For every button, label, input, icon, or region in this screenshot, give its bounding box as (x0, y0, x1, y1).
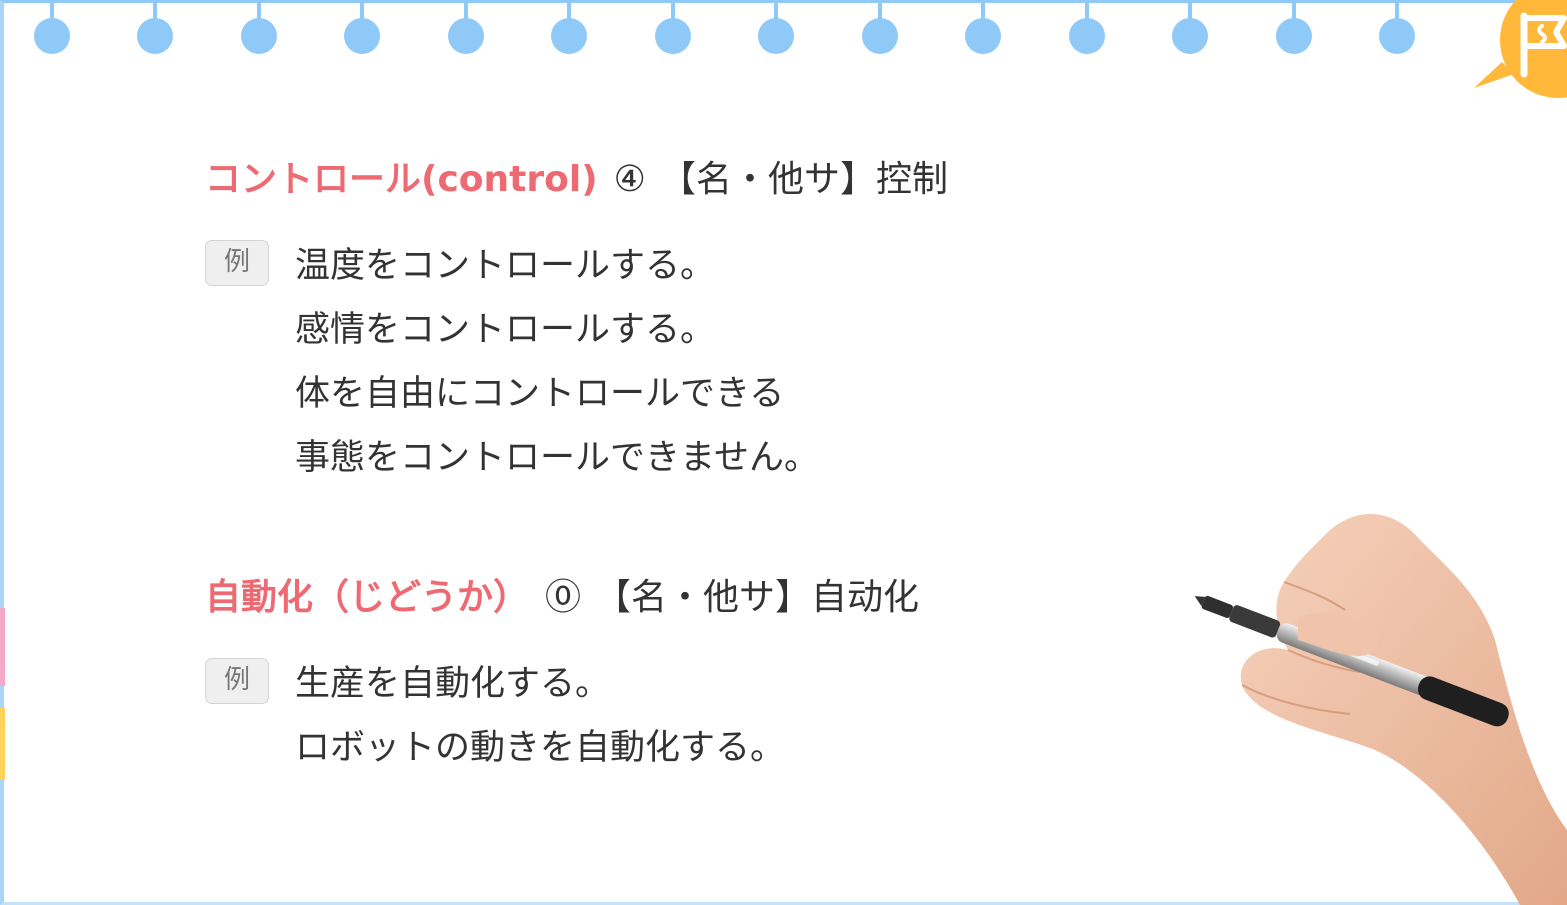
hand-holding-pen (1194, 513, 1567, 905)
headword: コントロール(control) (205, 159, 598, 200)
example-sentence: 温度をコントロールする。 (295, 246, 716, 286)
vocab-entry-control: コントロール(control) ④ 【名・他サ】 控制 例 温度をコントロールす… (205, 154, 948, 490)
flag-icon (1474, 0, 1567, 98)
side-tab-yellow (0, 708, 5, 780)
binder-rings (0, 0, 1567, 60)
accent-mark: ⓪ (545, 577, 582, 618)
example-sentence: ロボットの動きを自動化する。 (295, 728, 786, 768)
example-badge: 例 (205, 240, 269, 286)
binder-ring (1069, 0, 1105, 56)
binder-ring (551, 0, 587, 56)
binder-ring (241, 0, 277, 56)
example-sentence: 事態をコントロールできません。 (295, 438, 819, 478)
example-block: 例 生産を自動化する。 ロボットの動きを自動化する。 (205, 652, 919, 780)
binder-ring (344, 0, 380, 56)
example-sentence: 体を自由にコントロールできる (295, 374, 785, 414)
accent-mark: ④ (613, 159, 646, 200)
headword: 自動化（じどうか） (205, 577, 530, 618)
part-of-speech: 【名・他サ】 (659, 159, 876, 200)
part-of-speech: 【名・他サ】 (595, 577, 812, 618)
binder-ring (655, 0, 691, 56)
example-badge: 例 (205, 658, 269, 704)
binder-ring (1276, 0, 1312, 56)
binder-ring (448, 0, 484, 56)
entry-heading: コントロール(control) ④ 【名・他サ】 控制 (205, 154, 948, 206)
example-sentence: 感情をコントロールする。 (295, 310, 716, 350)
binder-ring (758, 0, 794, 56)
vocab-entry-jidouka: 自動化（じどうか） ⓪ 【名・他サ】 自动化 例 生産を自動化する。 ロボットの… (205, 572, 919, 780)
example-list: 生産を自動化する。 ロボットの動きを自動化する。 (295, 652, 919, 780)
binder-ring (965, 0, 1001, 56)
translation: 控制 (875, 159, 948, 200)
binder-ring (862, 0, 898, 56)
binder-ring (137, 0, 173, 56)
entry-heading: 自動化（じどうか） ⓪ 【名・他サ】 自动化 (205, 572, 919, 624)
binder-ring (1172, 0, 1208, 56)
example-block: 例 温度をコントロールする。 感情をコントロールする。 体を自由にコントロールで… (205, 234, 948, 490)
translation: 自动化 (811, 577, 920, 618)
binder-ring (1379, 0, 1415, 56)
example-list: 温度をコントロールする。 感情をコントロールする。 体を自由にコントロールできる… (295, 234, 948, 490)
binder-ring (34, 0, 70, 56)
example-sentence: 生産を自動化する。 (295, 664, 611, 704)
side-tab-pink (0, 608, 5, 686)
